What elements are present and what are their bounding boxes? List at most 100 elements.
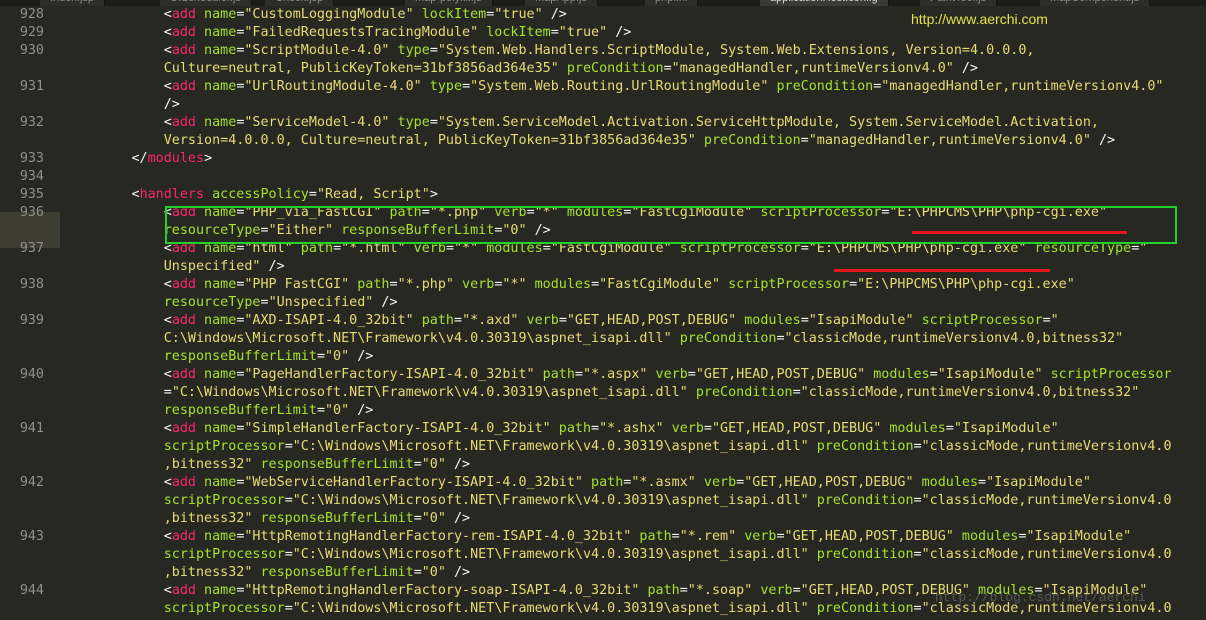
code-line[interactable]: ,bitness32" responseBufferLimit="0" /> <box>0 456 1206 474</box>
code-line[interactable]: Version=4.0.0.0, Culture=neutral, Public… <box>0 132 1206 150</box>
line-number: 941 <box>19 421 44 436</box>
code-line[interactable]: ="C:\Windows\Microsoft.NET\Framework\v4.… <box>0 384 1206 402</box>
code-line[interactable]: 940 <add name = "PageHandlerFactory-ISAPI-… <box>0 366 1206 384</box>
code-line[interactable]: 943 <add name = "HttpRemotingHandlerFactor… <box>0 528 1206 546</box>
code-token: = <box>413 511 422 526</box>
code-token: < <box>163 7 172 22</box>
code-line[interactable]: 930 <add name="ScriptModule-4.0" type="S… <box>0 42 1206 60</box>
code-text: ="C:\Windows\Microsoft.NET\Framework\v4.… <box>67 384 1140 402</box>
code-line[interactable]: C:\Windows\Microsoft.NET\Framework\v4.0.… <box>0 330 1206 348</box>
code-text: ,bitness32" responseBufferLimit="0" /> <box>67 564 470 582</box>
line-number: 929 <box>19 25 44 40</box>
code-token: add <box>171 277 196 292</box>
code-token: = <box>978 475 987 490</box>
code-token: > <box>204 151 213 166</box>
code-token: "0" <box>421 457 446 472</box>
code-line[interactable]: ,bitness32" responseBufferLimit="0" /> <box>0 564 1206 582</box>
code-token: /> <box>953 61 979 76</box>
code-line[interactable]: scriptProcessor="C:\Windows\Microsoft.NE… <box>0 438 1206 456</box>
code-token: "classicMode,runtimeVersionv4.0 <box>921 547 1172 562</box>
code-line[interactable]: 935 <handlers accessPolicy="Read, Script… <box>0 186 1206 204</box>
code-text: <add name="PHP FastCGI" path="*.php" ver… <box>67 276 1075 294</box>
code-token: "ServiceModel-4.0" <box>244 115 390 130</box>
code-line[interactable]: scriptProcessor="C:\Windows\Microsoft.NE… <box>0 546 1206 564</box>
underline-php-cgi-937 <box>834 269 1050 272</box>
code-text: <handlers accessPolicy="Read, Script"> <box>67 186 438 204</box>
code-line[interactable]: 933 </modules> <box>0 150 1206 168</box>
code-token: preCondition <box>695 133 801 148</box>
code-token: "GET,HEAD,POST,DEBUG" <box>566 313 737 328</box>
code-token: "CustomLoggingModule" <box>244 7 414 22</box>
code-token: = <box>316 349 325 364</box>
code-token: name <box>196 277 237 292</box>
code-token: " <box>1050 313 1059 328</box>
code-token: "C:\Windows\Microsoft.NET\Framework\v4.0… <box>171 385 688 400</box>
code-token: = <box>260 295 269 310</box>
code-token: = <box>284 439 293 454</box>
code-token: Culture=neutral, PublicKeyToken=31bf3856… <box>163 61 559 76</box>
code-token: "ScriptModule-4.0" <box>244 43 390 58</box>
code-token: "*.ashx" <box>599 421 664 436</box>
code-token: preCondition <box>808 493 914 508</box>
blog-watermark: http://blog.csdn.net/aerchi <box>935 590 1146 605</box>
code-line[interactable]: 934 <box>0 168 1206 186</box>
code-token: = <box>316 403 325 418</box>
highlight-box <box>165 206 1177 244</box>
code-token: modules <box>147 151 205 166</box>
line-number: 943 <box>19 529 44 544</box>
code-line[interactable]: responseBufferLimit="0" /> <box>0 348 1206 366</box>
code-text: <add name = "PageHandlerFactory-ISAPI-4.0_… <box>67 366 1172 384</box>
code-token: = <box>687 367 696 382</box>
code-text: /> <box>67 96 180 114</box>
code-token: "System.Web.Handlers.ScriptModule, Syste… <box>437 43 1035 58</box>
code-token: preCondition <box>671 331 777 346</box>
code-token: modules <box>913 475 979 490</box>
code-line[interactable]: Unspecified" /> <box>0 258 1206 276</box>
code-token: "IsapiModule" <box>1026 529 1132 544</box>
code-token: preCondition <box>808 601 914 616</box>
code-line[interactable]: 932 <add name="ServiceModel-4.0" type="S… <box>0 114 1206 132</box>
code-line[interactable]: Culture=neutral, PublicKeyToken=31bf3856… <box>0 60 1206 78</box>
code-line[interactable]: 939 <add name = "AXD-ISAPI-4.0_32bit" path… <box>0 312 1206 330</box>
code-token: "HttpRemotingHandlerFactory-rem-ISAPI-4.… <box>244 529 632 544</box>
code-token: handlers <box>139 187 205 202</box>
code-line[interactable]: 941 <add name = "SimpleHandlerFactory-ISAP… <box>0 420 1206 438</box>
code-line[interactable]: ,bitness32" responseBufferLimit="0" /> <box>0 510 1206 528</box>
code-token: "GET,HEAD,POST,DEBUG" <box>711 421 882 436</box>
code-token: modules <box>953 529 1019 544</box>
code-line[interactable]: resourceType="Unspecified" /> <box>0 294 1206 312</box>
code-line[interactable]: responseBufferLimit="0" /> <box>0 402 1206 420</box>
code-token: = <box>574 367 583 382</box>
code-token: verb <box>663 421 704 436</box>
code-token: /> <box>445 511 471 526</box>
code-token: path <box>349 277 390 292</box>
code-line[interactable]: 942 <add name = "WebServiceHandlerFactory-… <box>0 474 1206 492</box>
code-token: = <box>929 367 938 382</box>
code-token: > <box>429 187 438 202</box>
code-token: lockItem <box>478 25 551 40</box>
code-token: = <box>284 601 293 616</box>
code-line[interactable]: scriptProcessor="C:\Windows\Microsoft.NE… <box>0 492 1206 510</box>
code-text: ,bitness32" responseBufferLimit="0" /> <box>67 510 470 528</box>
code-line[interactable]: 931 <add name = "UrlRoutingModule-4.0" typ… <box>0 78 1206 96</box>
code-token: add <box>171 43 196 58</box>
code-token: path <box>582 475 624 490</box>
code-token: "0" <box>421 565 446 580</box>
code-text: <add name = "WebServiceHandlerFactory-ISAP… <box>67 474 1091 492</box>
code-token: "AXD-ISAPI-4.0_32bit" <box>244 313 414 328</box>
code-editor[interactable]: 928 <add name="CustomLoggingModule" lock… <box>0 6 1206 620</box>
code-token: "managedHandler,runtimeVersionv4.0" <box>808 133 1091 148</box>
code-token: path <box>534 367 575 382</box>
code-token: = <box>462 79 471 94</box>
code-line[interactable]: /> <box>0 96 1206 114</box>
code-token: < <box>163 421 172 436</box>
code-text: <add name="UrlRoutingModule-4.0" type="S… <box>67 78 1164 96</box>
vertical-scrollbar[interactable] <box>1198 6 1206 620</box>
code-token: add <box>171 475 196 490</box>
code-token: = <box>591 277 600 292</box>
code-line[interactable]: 938 <add name="PHP FastCGI" path="*.php"… <box>0 276 1206 294</box>
